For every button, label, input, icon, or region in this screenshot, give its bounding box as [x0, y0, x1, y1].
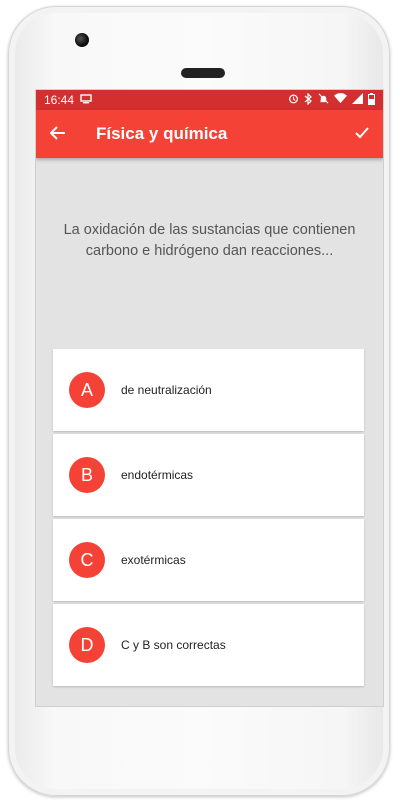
mute-icon [318, 93, 329, 107]
option-letter: D [69, 627, 105, 663]
option-letter: A [69, 372, 105, 408]
page-title: Física y química [96, 124, 228, 143]
option-a[interactable]: A de neutralización [53, 349, 364, 431]
screen-icon [80, 93, 92, 107]
option-letter: B [69, 457, 105, 493]
option-b[interactable]: B endotérmicas [53, 434, 364, 516]
battery-icon [368, 92, 375, 108]
status-bar: 16:44 [36, 90, 383, 110]
option-label: exotérmicas [121, 553, 186, 567]
app-bar: Física y química [36, 110, 383, 158]
option-letter: C [69, 542, 105, 578]
option-c[interactable]: C exotérmicas [53, 519, 364, 601]
check-icon [355, 123, 369, 144]
signal-icon [352, 93, 363, 107]
option-label: C y B son correctas [121, 638, 226, 652]
screen: 16:44 Física y química La oxidación de l… [35, 89, 384, 707]
wifi-icon [334, 93, 347, 107]
option-label: de neutralización [121, 383, 212, 397]
alarm-icon [288, 93, 299, 107]
answer-options: A de neutralización B endotérmicas C exo… [53, 349, 364, 689]
confirm-button[interactable] [355, 123, 369, 144]
front-camera [75, 33, 89, 47]
option-d[interactable]: D C y B son correctas [53, 604, 364, 686]
earpiece-speaker [181, 68, 225, 78]
back-button[interactable] [36, 123, 80, 146]
option-label: endotérmicas [121, 468, 194, 482]
phone-frame: 16:44 Física y química La oxidación de l… [8, 6, 390, 796]
status-time: 16:44 [44, 93, 75, 107]
back-arrow-icon [49, 123, 66, 146]
question-text: La oxidación de las sustancias que conti… [63, 222, 356, 259]
bluetooth-icon [304, 92, 313, 108]
